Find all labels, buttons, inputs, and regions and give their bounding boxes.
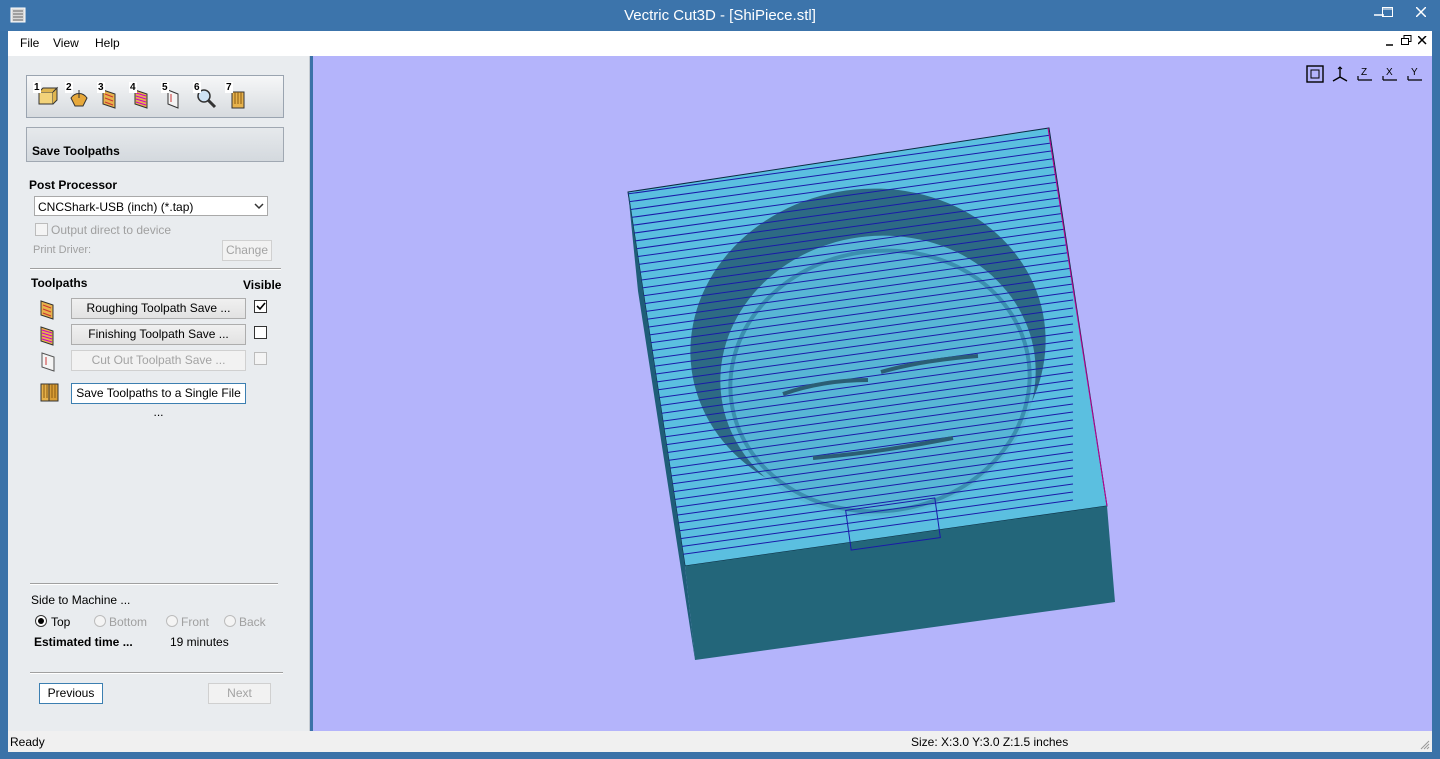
cutout-visible-checkbox[interactable] (254, 352, 267, 365)
resize-grip-icon[interactable] (1420, 740, 1430, 750)
step-3-number: 3 (97, 82, 105, 93)
roughing-save-button[interactable]: Roughing Toolpath Save ... (71, 298, 246, 319)
side-front-radio[interactable] (166, 615, 178, 627)
finishing-visible-checkbox[interactable] (254, 326, 267, 339)
step-5-number: 5 (161, 82, 169, 93)
divider (30, 672, 283, 674)
maximize-button[interactable] (1358, 0, 1393, 24)
title-bar: Vectric Cut3D - [ShiPiece.stl] (0, 0, 1440, 31)
roughing-visible-checkbox[interactable] (254, 300, 267, 313)
close-button[interactable] (1406, 0, 1436, 24)
output-direct-label: Output direct to device (51, 223, 172, 237)
side-front-label: Front (181, 615, 210, 629)
chevron-down-icon (254, 203, 264, 210)
previous-button[interactable]: Previous (39, 683, 103, 704)
step-6-number: 6 (193, 82, 201, 93)
model-render (627, 127, 1115, 660)
side-back-label: Back (239, 615, 266, 629)
post-processor-select[interactable]: CNCShark-USB (inch) (*.tap) (34, 196, 268, 216)
side-back-radio[interactable] (224, 615, 236, 627)
divider (30, 268, 281, 270)
side-bottom-label: Bottom (109, 615, 148, 629)
side-top-label: Top (51, 615, 71, 629)
step-7-button[interactable]: 7 (225, 82, 251, 112)
step-2-button[interactable]: 2 (65, 82, 91, 112)
status-text: Ready (10, 735, 45, 749)
wizard-step-bar: 1 2 3 4 5 6 7 (26, 75, 284, 118)
visible-header: Visible (243, 278, 282, 292)
output-direct-checkbox[interactable] (35, 223, 48, 236)
step-7-number: 7 (225, 82, 233, 93)
wizard-panel: 1 2 3 4 5 6 7 Save Toolpaths Post Proces… (8, 56, 310, 731)
side-to-machine-label: Side to Machine ... (31, 593, 131, 607)
step-6-button[interactable]: 6 (193, 82, 219, 112)
step-1-number: 1 (33, 82, 41, 93)
save-single-file-button[interactable]: Save Toolpaths to a Single File ... (71, 383, 246, 419)
side-bottom-radio[interactable] (94, 615, 106, 627)
radio-dot (38, 618, 44, 624)
menu-view[interactable]: View (53, 36, 79, 50)
toolpaths-header: Toolpaths (31, 276, 88, 290)
step-4-button[interactable]: 4 (129, 82, 155, 112)
maximize-icon (1381, 6, 1393, 17)
estimated-time-label: Estimated time ... (34, 635, 133, 649)
step-5-button[interactable]: 5 (161, 82, 187, 112)
check-icon (256, 302, 266, 311)
step-4-number: 4 (129, 82, 137, 93)
step-2-number: 2 (65, 82, 73, 93)
close-icon (1416, 7, 1426, 17)
menu-bar: File View Help (8, 31, 1432, 56)
finishing-toolpath-icon (40, 326, 54, 346)
status-size: Size: X:3.0 Y:3.0 Z:1.5 inches (911, 735, 1069, 749)
menu-help[interactable]: Help (95, 36, 120, 50)
mdi-restore-icon[interactable] (1401, 35, 1412, 46)
post-processor-value: CNCShark-USB (inch) (*.tap) (38, 200, 194, 214)
divider (30, 583, 278, 585)
side-top-radio[interactable] (35, 615, 47, 627)
change-button[interactable]: Change (222, 240, 272, 261)
window-title: Vectric Cut3D - [ShiPiece.stl] (624, 7, 816, 24)
save-all-icon (40, 383, 59, 402)
mdi-minimize-icon[interactable] (1386, 39, 1394, 47)
roughing-toolpath-icon (40, 300, 54, 320)
finishing-save-button[interactable]: Finishing Toolpath Save ... (71, 324, 246, 345)
3d-viewport[interactable]: Z X Y (313, 56, 1432, 731)
menu-file[interactable]: File (20, 36, 39, 50)
next-button[interactable]: Next (208, 683, 271, 704)
section-header: Save Toolpaths (26, 127, 284, 162)
cutout-save-button[interactable]: Cut Out Toolpath Save ... (71, 350, 246, 371)
cutout-toolpath-icon (41, 352, 55, 372)
status-bar: Ready Size: X:3.0 Y:3.0 Z:1.5 inches (8, 731, 1432, 752)
estimated-time-value: 19 minutes (170, 635, 229, 649)
post-processor-label: Post Processor (29, 178, 118, 192)
app-window: Vectric Cut3D - [ShiPiece.stl] File View… (0, 0, 1440, 759)
step-1-button[interactable]: 1 (33, 82, 59, 112)
mdi-close-icon[interactable] (1418, 36, 1427, 45)
step-3-button[interactable]: 3 (97, 82, 123, 112)
section-title: Save Toolpaths (32, 144, 120, 158)
print-driver-label: Print Driver: (33, 244, 92, 256)
